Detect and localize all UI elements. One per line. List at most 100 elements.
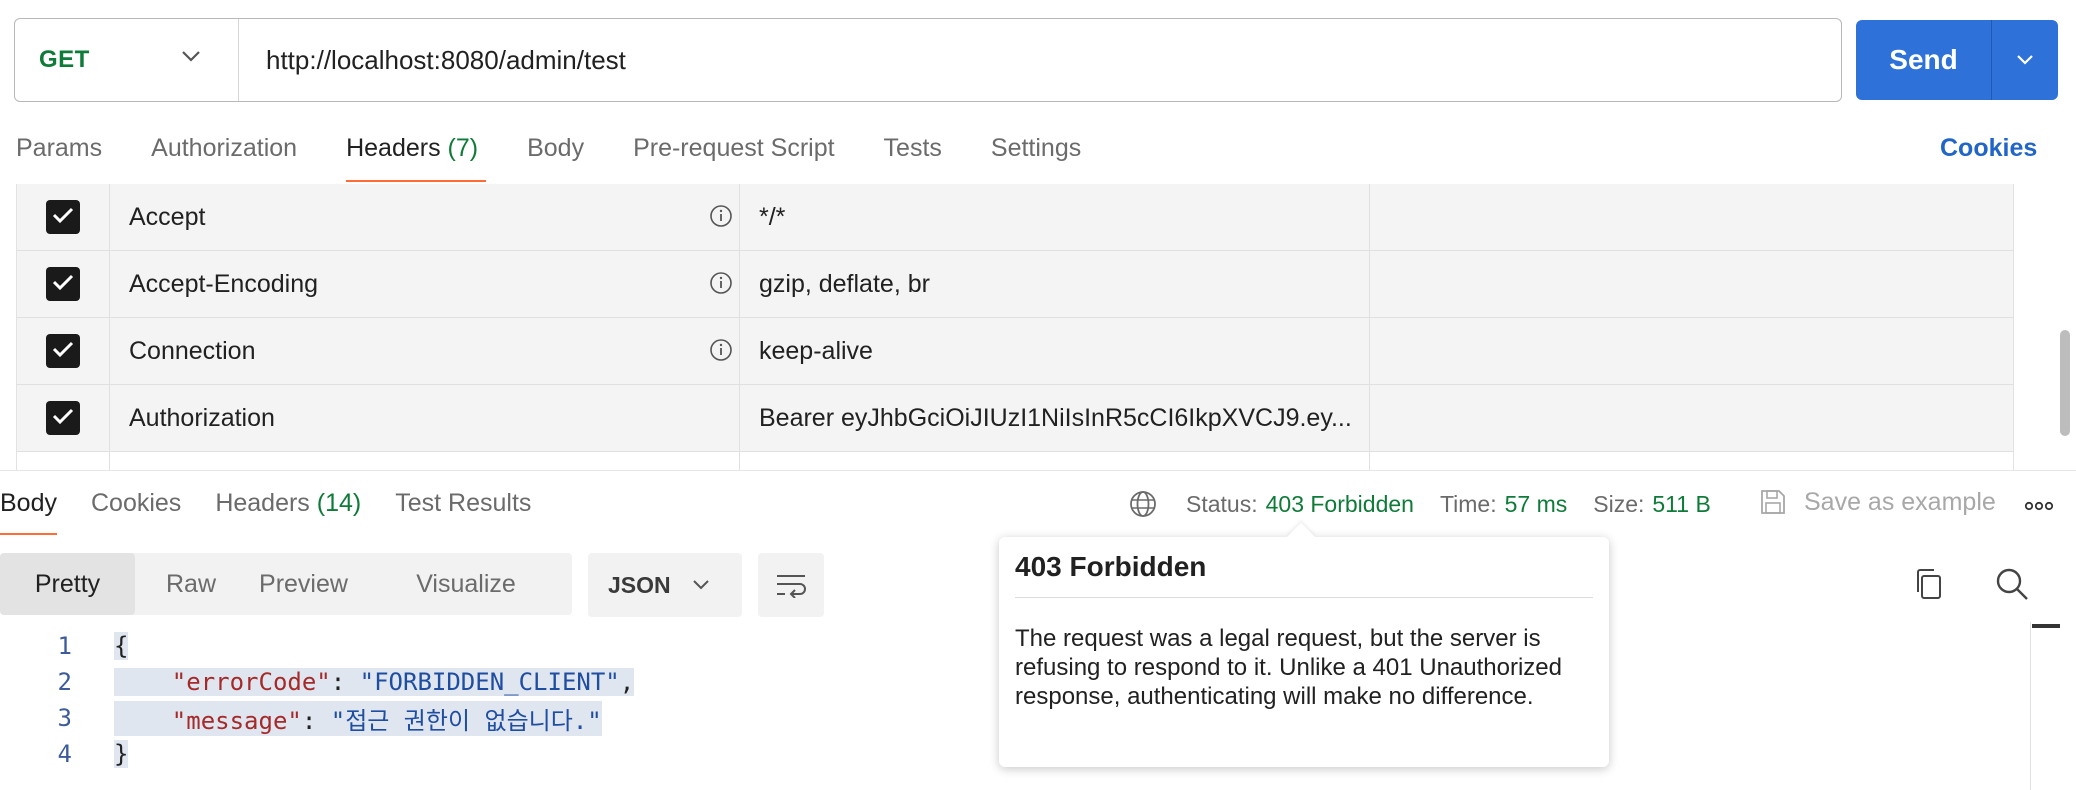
new-header-key-input[interactable]: Key — [110, 452, 740, 470]
header-description[interactable] — [1370, 318, 2013, 384]
scroll-marker — [2032, 624, 2060, 628]
code-token: "message" — [114, 706, 302, 735]
response-tab-headers[interactable]: Headers (14) — [215, 489, 361, 518]
view-mode-preview[interactable]: Preview — [247, 553, 360, 615]
info-icon[interactable] — [709, 271, 733, 302]
time-label: Time: — [1439, 490, 1497, 517]
tab-label: Body — [0, 489, 57, 517]
wrap-lines-button[interactable] — [758, 553, 824, 617]
save-as-example-button[interactable]: Save as example — [1758, 487, 1996, 517]
header-value[interactable]: gzip, deflate, br — [740, 251, 1370, 317]
header-key-text: Accept — [129, 202, 206, 231]
globe-icon[interactable] — [1128, 489, 1158, 519]
header-value[interactable]: */* — [740, 184, 1370, 250]
request-url-bar: GET http://localhost:8080/admin/test — [14, 18, 1842, 102]
wrap-icon — [777, 575, 806, 598]
code-text: "message": "접근 권한이 없습니다." — [114, 700, 602, 736]
code-token: "FORBIDDEN_CLIENT" — [359, 668, 620, 696]
panel-divider — [2030, 622, 2031, 790]
size-value[interactable]: 511 B — [1652, 491, 1710, 518]
tab-label: Test Results — [395, 489, 532, 517]
response-body-editor[interactable]: 1{2 "errorCode": "FORBIDDEN_CLIENT", 3 "m… — [0, 628, 1020, 772]
scrollbar-thumb[interactable] — [2060, 330, 2070, 436]
more-options-icon[interactable] — [2024, 501, 2054, 511]
code-text: "errorCode": "FORBIDDEN_CLIENT", — [114, 668, 635, 696]
code-token: "errorCode" — [114, 668, 331, 696]
tab-settings[interactable]: Settings — [991, 134, 1081, 182]
tab-label: Headers — [346, 134, 441, 162]
code-line: 3 "message": "접근 권한이 없습니다." — [0, 700, 1020, 736]
search-icon[interactable] — [1994, 566, 2030, 602]
cookies-link[interactable]: Cookies — [1940, 134, 2037, 163]
tab-pre-request-script[interactable]: Pre-request Script — [633, 134, 834, 182]
response-tab-test-results[interactable]: Test Results — [395, 489, 531, 518]
response-meta: Status: 403 Forbidden Time: 57 ms Size: … — [1128, 489, 1737, 519]
tab-label: Tests — [883, 134, 942, 162]
code-text: { — [114, 632, 129, 660]
header-enabled-checkbox[interactable] — [46, 334, 80, 368]
tab-headers[interactable]: Headers (7) — [346, 134, 487, 182]
line-number: 1 — [57, 632, 72, 660]
new-header-description-input[interactable]: Description — [1370, 452, 2013, 470]
header-value[interactable]: keep-alive — [740, 318, 1370, 384]
info-icon[interactable] — [709, 204, 733, 235]
size-label: Size: — [1593, 490, 1645, 517]
send-button[interactable]: Send — [1856, 20, 1992, 100]
view-mode-pretty[interactable]: Pretty — [0, 553, 135, 615]
format-label: JSON — [608, 571, 671, 598]
view-mode-segment: Pretty Raw Preview Visualize — [0, 553, 572, 615]
checkmark-icon — [52, 340, 74, 363]
copy-icon[interactable] — [1912, 566, 1946, 602]
status-value[interactable]: 403 Forbidden — [1266, 491, 1414, 518]
tab-tests[interactable]: Tests — [884, 134, 942, 182]
header-description[interactable] — [1370, 385, 2013, 451]
checkbox-cell — [17, 251, 110, 317]
line-number: 4 — [57, 740, 72, 768]
info-icon[interactable] — [709, 338, 733, 369]
format-select[interactable]: JSON — [588, 553, 742, 617]
header-description[interactable] — [1370, 184, 2013, 250]
view-mode-raw[interactable]: Raw — [135, 553, 247, 615]
header-key-text: Accept-Encoding — [129, 269, 319, 298]
line-number: 2 — [57, 668, 72, 696]
save-icon — [1761, 490, 1785, 514]
header-key[interactable]: Authorization — [110, 385, 740, 451]
tab-label: Authorization — [151, 134, 298, 162]
new-header-value-input[interactable]: Value — [740, 452, 1370, 470]
tab-authorization[interactable]: Authorization — [151, 134, 297, 182]
tab-label: Pre-request Script — [633, 134, 835, 162]
header-enabled-checkbox[interactable] — [46, 401, 80, 435]
response-tab-body[interactable]: Body — [0, 489, 57, 535]
header-key[interactable]: Connection — [110, 318, 740, 384]
header-value[interactable]: Bearer eyJhbGciOiJIUzI1NiIsInR5cCI6IkpXV… — [740, 385, 1370, 451]
code-line: 2 "errorCode": "FORBIDDEN_CLIENT", — [0, 664, 1020, 700]
url-input[interactable]: http://localhost:8080/admin/test — [239, 45, 626, 76]
checkmark-icon — [52, 206, 74, 229]
view-mode-visualize[interactable]: Visualize — [360, 553, 572, 615]
status-tooltip: 403 Forbidden The request was a legal re… — [999, 537, 1609, 767]
response-tabs: Body Cookies Headers (14) Test Results — [0, 489, 565, 535]
code-token: } — [114, 740, 129, 768]
code-token: { — [114, 632, 129, 660]
code-token: , — [619, 668, 635, 696]
save-as-example-label: Save as example — [1804, 487, 1996, 516]
response-tab-cookies[interactable]: Cookies — [91, 489, 181, 518]
method-select[interactable]: GET — [15, 19, 239, 101]
line-number: 3 — [57, 704, 72, 732]
tab-label: Body — [527, 134, 585, 162]
header-key[interactable]: Accept-Encoding — [110, 251, 740, 317]
headers-table: Accept */* Accept-Encoding gzip, deflate, b… — [16, 184, 2014, 470]
tab-body[interactable]: Body — [527, 134, 584, 182]
tooltip-body: The request was a legal request, but the… — [1015, 625, 1562, 710]
send-options-button[interactable] — [1992, 20, 2058, 100]
header-enabled-checkbox[interactable] — [46, 267, 80, 301]
header-key[interactable]: Accept — [110, 184, 740, 250]
header-description[interactable] — [1370, 251, 2013, 317]
time-value[interactable]: 57 ms — [1505, 491, 1568, 518]
tab-params[interactable]: Params — [16, 134, 102, 182]
tooltip-title: 403 Forbidden — [1015, 551, 1593, 598]
request-tabs: Params Authorization Headers (7) Body Pre-re… — [16, 134, 1130, 182]
header-enabled-checkbox[interactable] — [46, 200, 80, 234]
table-row: Authorization Bearer eyJhbGciOiJIUzI1NiIs… — [17, 385, 2013, 452]
checkmark-icon — [52, 273, 74, 296]
